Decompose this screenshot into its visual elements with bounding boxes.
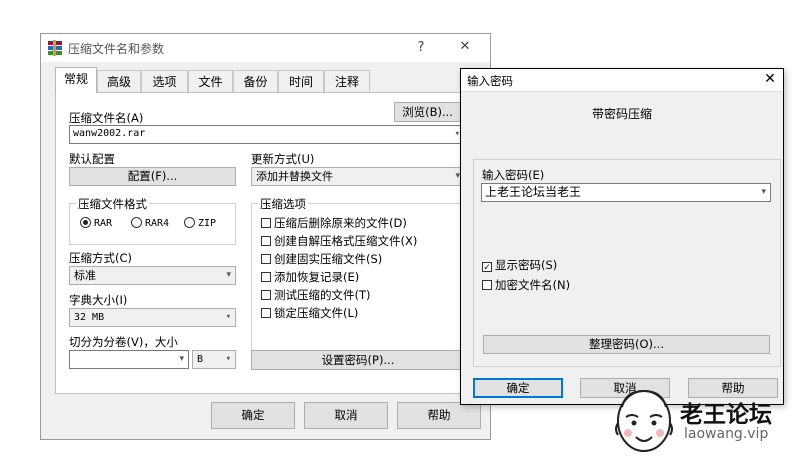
checkbox-icon xyxy=(261,272,271,282)
watermark-brand: 老王论坛 xyxy=(680,402,772,428)
dictionary-size-label: 字典大小(I) xyxy=(69,293,128,307)
tab-backup[interactable]: 备份 xyxy=(233,70,278,92)
chevron-down-icon: ▾ xyxy=(226,270,231,280)
cancel-button[interactable]: 取消 xyxy=(304,402,388,429)
watermark-site: laowang.vip xyxy=(684,426,769,442)
split-unit-value: B xyxy=(197,354,204,365)
archive-name-value: wanw2002.rar xyxy=(73,128,146,139)
password-ok-button[interactable]: 确定 xyxy=(473,378,563,398)
checkbox-icon xyxy=(261,254,271,264)
archive-name-label: 压缩文件名(A) xyxy=(69,111,144,125)
dictionary-size-value: 32 MB xyxy=(74,312,105,323)
organize-passwords-button[interactable]: 整理密码(O)... xyxy=(483,335,770,354)
checkbox-icon xyxy=(261,218,271,228)
format-radio-zip[interactable]: ZIP xyxy=(184,217,216,229)
winrar-books-icon xyxy=(47,40,63,59)
tab-comment[interactable]: 注释 xyxy=(324,70,370,92)
checkbox-icon xyxy=(261,308,271,318)
option-solid-archive[interactable]: 创建固实压缩文件(S) xyxy=(261,251,382,267)
password-dialog-title: 输入密码 xyxy=(467,74,513,88)
compression-method-select[interactable]: 标准 ▾ xyxy=(69,266,236,285)
checkbox-icon xyxy=(482,280,492,290)
browse-button[interactable]: 浏览(B)... xyxy=(394,102,461,122)
archive-name-field[interactable]: wanw2002.rar ▾ xyxy=(69,125,465,144)
enter-password-dialog: 输入密码 ✕ 带密码压缩 输入密码(E) 上老王论坛当老王 ▾ ✓ 显示密码(S)… xyxy=(460,68,784,405)
option-delete-after[interactable]: 压缩后删除原来的文件(D) xyxy=(261,215,407,231)
password-title-bar: 输入密码 ✕ xyxy=(461,69,783,92)
option-create-sfx[interactable]: 创建自解压格式压缩文件(X) xyxy=(261,233,417,249)
profiles-button[interactable]: 配置(F)... xyxy=(69,167,236,186)
radio-icon xyxy=(184,217,195,228)
option-test-files[interactable]: 测试压缩的文件(T) xyxy=(261,287,371,303)
checkbox-icon xyxy=(261,290,271,300)
help-title-button[interactable]: ? xyxy=(413,40,429,55)
chevron-down-icon: ▾ xyxy=(179,354,184,364)
close-icon[interactable]: ✕ xyxy=(762,71,778,87)
password-label: 输入密码(E) xyxy=(482,168,545,182)
mascot-logo-icon xyxy=(612,383,676,458)
option-lock-archive[interactable]: 锁定压缩文件(L) xyxy=(261,305,358,321)
archive-options-label: 压缩选项 xyxy=(258,196,308,212)
show-password-checkbox[interactable]: ✓ 显示密码(S) xyxy=(482,257,557,273)
title-bar: 压缩文件名和参数 ? ✕ xyxy=(41,34,490,62)
checkbox-icon xyxy=(261,236,271,246)
update-mode-select[interactable]: 添加并替换文件 ▾ xyxy=(251,167,465,186)
chevron-down-icon: ▾ xyxy=(225,312,231,322)
split-size-input[interactable]: ▾ xyxy=(69,350,189,369)
password-heading: 带密码压缩 xyxy=(591,107,652,121)
password-value: 上老王论坛当老王 xyxy=(485,185,582,199)
password-input[interactable]: 上老王论坛当老王 ▾ xyxy=(481,183,771,202)
archive-settings-dialog: 压缩文件名和参数 ? ✕ 常规 高级 选项 文件 备份 时间 注释 压缩文件名(… xyxy=(40,33,491,440)
format-radio-rar[interactable]: RAR xyxy=(80,217,112,229)
tab-files[interactable]: 文件 xyxy=(188,70,233,92)
help-button[interactable]: 帮助 xyxy=(397,402,481,429)
tab-options[interactable]: 选项 xyxy=(141,70,188,92)
checkmark-icon: ✓ xyxy=(482,262,492,273)
compression-method-value: 标准 xyxy=(74,269,96,282)
option-recovery-record[interactable]: 添加恢复记录(E) xyxy=(261,269,359,285)
radio-icon xyxy=(131,217,142,228)
chevron-down-icon: ▾ xyxy=(225,354,231,364)
format-radio-rar4[interactable]: RAR4 xyxy=(131,217,169,229)
tab-time[interactable]: 时间 xyxy=(278,70,324,92)
tab-advanced[interactable]: 高级 xyxy=(97,70,141,92)
radio-selected-icon xyxy=(80,217,91,228)
tab-general[interactable]: 常规 xyxy=(55,67,97,93)
default-profile-label: 默认配置 xyxy=(69,152,115,166)
update-mode-value: 添加并替换文件 xyxy=(256,170,333,183)
compression-method-label: 压缩方式(C) xyxy=(69,251,133,265)
archive-format-label: 压缩文件格式 xyxy=(76,196,149,212)
encrypt-filenames-checkbox[interactable]: 加密文件名(N) xyxy=(482,277,570,293)
update-mode-label: 更新方式(U) xyxy=(251,152,315,166)
watermark: 老王论坛 laowang.vip xyxy=(612,383,794,463)
dialog-title: 压缩文件名和参数 xyxy=(68,42,165,56)
chevron-down-icon[interactable]: ▾ xyxy=(761,184,766,200)
split-unit-select[interactable]: B ▾ xyxy=(192,350,236,369)
ok-button[interactable]: 确定 xyxy=(211,402,295,429)
set-password-button[interactable]: 设置密码(P)... xyxy=(251,350,465,370)
dictionary-size-select[interactable]: 32 MB ▾ xyxy=(69,308,236,327)
split-volumes-label: 切分为分卷(V)，大小 xyxy=(69,335,178,349)
general-tab-panel: 压缩文件名(A) 浏览(B)... wanw2002.rar ▾ 默认配置 配置… xyxy=(55,92,477,394)
close-icon[interactable]: ✕ xyxy=(456,39,474,54)
